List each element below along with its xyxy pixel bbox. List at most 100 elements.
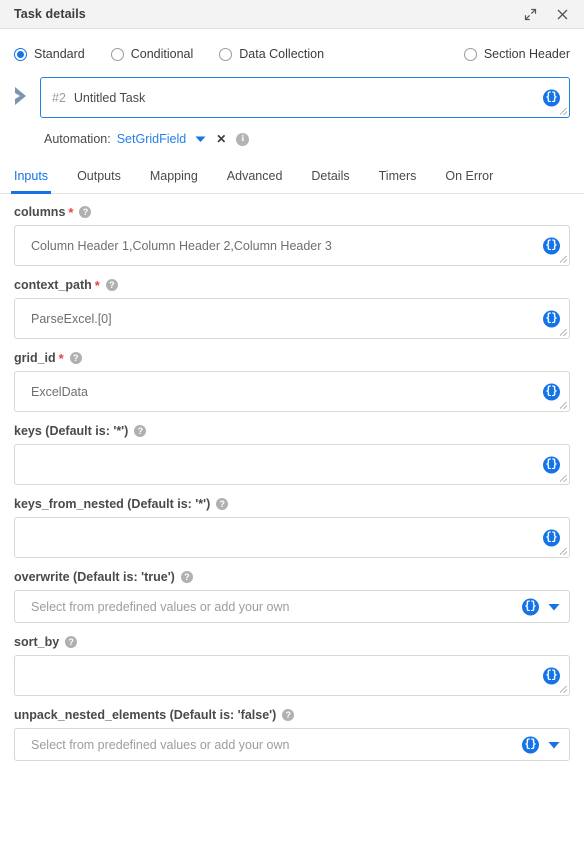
field-overwrite-label: overwrite (Default is: 'true') <box>14 570 175 584</box>
resize-handle[interactable] <box>559 255 568 264</box>
curly-braces-icon[interactable]: {} <box>522 736 539 753</box>
field-columns: columns * ? Column Header 1,Column Heade… <box>14 205 570 266</box>
field-context-path-label-row: context_path * ? <box>14 278 570 292</box>
field-overwrite-select[interactable]: Select from predefined values or add you… <box>14 590 570 623</box>
automation-label: Automation: <box>44 132 111 146</box>
radio-standard-label: Standard <box>34 47 85 61</box>
resize-handle[interactable] <box>559 107 568 116</box>
required-indicator: * <box>68 204 74 220</box>
chevron-down-icon[interactable] <box>195 135 206 143</box>
field-grid-id: grid_id * ? ExcelData {} <box>14 351 570 412</box>
field-columns-value: Column Header 1,Column Header 2,Column H… <box>31 238 332 253</box>
radio-conditional[interactable]: Conditional <box>110 47 194 61</box>
field-keys-from-nested-label-row: keys_from_nested (Default is: '*') ? <box>14 497 570 511</box>
help-icon[interactable]: ? <box>69 352 82 364</box>
help-icon[interactable]: ? <box>216 498 229 510</box>
radio-standard-circle <box>14 47 27 61</box>
field-keys-from-nested-input[interactable]: {} <box>14 517 570 558</box>
field-keys: keys (Default is: '*') ? {} <box>14 424 570 485</box>
tab-mapping[interactable]: Mapping <box>150 169 198 193</box>
curly-braces-icon[interactable]: {} <box>543 456 560 473</box>
radio-section-header-circle <box>463 47 477 61</box>
field-context-path: context_path * ? ParseExcel.[0] {} <box>14 278 570 339</box>
field-unpack-nested-elements-select[interactable]: Select from predefined values or add you… <box>14 728 570 761</box>
task-name-value: Untitled Task <box>73 90 146 105</box>
curly-braces-icon[interactable]: {} <box>543 310 560 327</box>
inputs-form: columns * ? Column Header 1,Column Heade… <box>0 205 584 761</box>
radio-standard[interactable]: Standard <box>14 47 85 61</box>
radio-section-header[interactable]: Section Header <box>463 47 570 61</box>
field-grid-id-value: ExcelData <box>31 384 88 399</box>
resize-handle[interactable] <box>559 328 568 337</box>
chevron-down-icon[interactable] <box>548 603 560 611</box>
resize-handle[interactable] <box>559 474 568 483</box>
tab-timers[interactable]: Timers <box>379 169 417 193</box>
required-indicator: * <box>94 277 100 293</box>
tab-on-error[interactable]: On Error <box>445 169 493 193</box>
resize-handle[interactable] <box>559 401 568 410</box>
help-icon[interactable]: ? <box>180 571 193 583</box>
field-overwrite: overwrite (Default is: 'true') ? Select … <box>14 570 570 623</box>
radio-conditional-label: Conditional <box>130 47 194 61</box>
radio-conditional-circle <box>110 47 124 61</box>
field-keys-input[interactable]: {} <box>14 444 570 485</box>
window-controls <box>522 6 570 22</box>
field-keys-label: keys (Default is: '*') <box>14 424 129 438</box>
field-sort-by-label: sort_by <box>14 635 60 649</box>
required-indicator: * <box>58 350 64 366</box>
field-columns-label-row: columns * ? <box>14 205 570 219</box>
curly-braces-icon[interactable]: {} <box>543 667 560 684</box>
radio-data-collection-circle <box>219 47 233 61</box>
field-unpack-nested-elements-label: unpack_nested_elements (Default is: 'fal… <box>14 708 277 722</box>
expand-icon[interactable] <box>522 6 538 22</box>
curly-braces-icon[interactable]: {} <box>543 529 560 546</box>
help-icon[interactable]: ? <box>105 279 118 291</box>
field-sort-by: sort_by ? {} <box>14 635 570 696</box>
curly-braces-icon[interactable]: {} <box>543 89 560 106</box>
field-unpack-nested-elements: unpack_nested_elements (Default is: 'fal… <box>14 708 570 761</box>
field-sort-by-input[interactable]: {} <box>14 655 570 696</box>
help-icon[interactable]: ? <box>65 636 78 648</box>
help-icon[interactable]: ? <box>134 425 147 437</box>
window-titlebar: Task details <box>0 0 584 29</box>
help-icon[interactable]: ? <box>282 709 295 721</box>
task-name-input[interactable]: #2 Untitled Task {} <box>40 77 570 118</box>
field-columns-input[interactable]: Column Header 1,Column Header 2,Column H… <box>14 225 570 266</box>
clear-automation-icon[interactable]: ✕ <box>216 133 226 145</box>
close-icon[interactable] <box>554 6 570 22</box>
chevron-down-icon[interactable] <box>548 741 560 749</box>
task-number: #2 <box>52 90 66 105</box>
resize-handle[interactable] <box>559 685 568 694</box>
field-columns-label: columns <box>14 205 66 219</box>
info-icon[interactable]: i <box>236 132 250 146</box>
window-title: Task details <box>14 7 86 21</box>
automation-value-link[interactable]: SetGridField <box>117 132 186 146</box>
help-icon[interactable]: ? <box>79 206 92 218</box>
curly-braces-icon[interactable]: {} <box>543 383 560 400</box>
task-type-radio-group: Standard Conditional Data Collection Sec… <box>0 32 584 76</box>
tab-bar: Inputs Outputs Mapping Advanced Details … <box>0 157 584 194</box>
curly-braces-icon[interactable]: {} <box>522 598 539 615</box>
field-grid-id-label-row: grid_id * ? <box>14 351 570 365</box>
curly-braces-icon[interactable]: {} <box>543 237 560 254</box>
radio-data-collection[interactable]: Data Collection <box>219 47 324 61</box>
resize-handle[interactable] <box>559 547 568 556</box>
field-keys-from-nested: keys_from_nested (Default is: '*') ? {} <box>14 497 570 558</box>
field-sort-by-label-row: sort_by ? <box>14 635 570 649</box>
radio-section-header-label: Section Header <box>483 47 570 61</box>
chevron-right-icon[interactable] <box>4 77 40 115</box>
field-context-path-input[interactable]: ParseExcel.[0] {} <box>14 298 570 339</box>
field-unpack-nested-elements-placeholder: Select from predefined values or add you… <box>31 737 290 752</box>
radio-data-collection-label: Data Collection <box>239 47 325 61</box>
field-keys-from-nested-label: keys_from_nested (Default is: '*') <box>14 497 211 511</box>
field-overwrite-label-row: overwrite (Default is: 'true') ? <box>14 570 570 584</box>
tab-outputs[interactable]: Outputs <box>77 169 121 193</box>
field-grid-id-input[interactable]: ExcelData {} <box>14 371 570 412</box>
tab-advanced[interactable]: Advanced <box>227 169 283 193</box>
automation-row: Automation: SetGridField ✕ i <box>0 123 584 155</box>
tab-details[interactable]: Details <box>311 169 349 193</box>
task-title-row: #2 Untitled Task {} <box>0 77 584 118</box>
field-overwrite-placeholder: Select from predefined values or add you… <box>31 599 290 614</box>
field-unpack-nested-elements-label-row: unpack_nested_elements (Default is: 'fal… <box>14 708 570 722</box>
tab-inputs[interactable]: Inputs <box>10 169 52 194</box>
